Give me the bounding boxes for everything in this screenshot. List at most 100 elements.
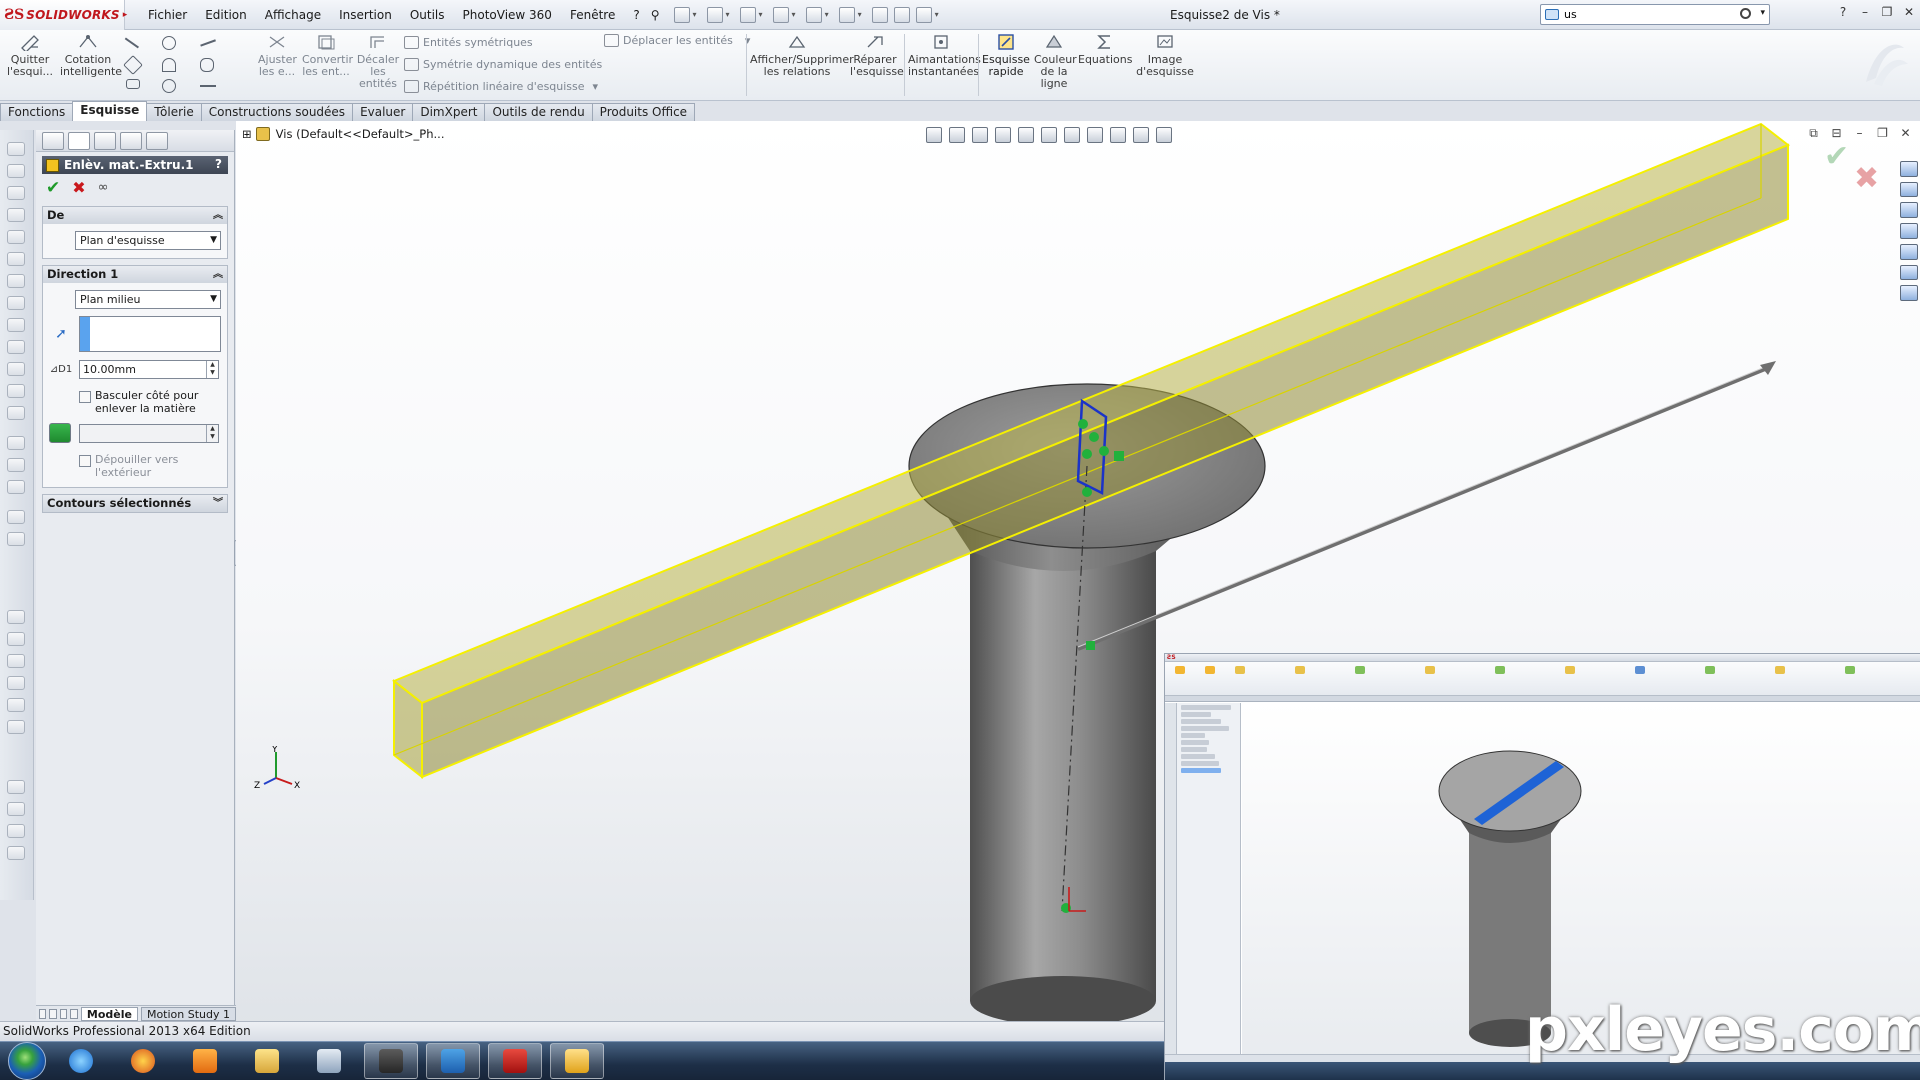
slot-icon[interactable]	[126, 79, 140, 89]
menu-affichage[interactable]: Affichage	[256, 0, 330, 30]
chamfer-icon[interactable]	[7, 340, 25, 354]
new-document-icon[interactable]	[673, 6, 690, 23]
flip-side-to-cut-row[interactable]: Basculer côté pour enlever la matière	[49, 389, 221, 415]
convert-entities-button[interactable]: Convertir les ent...	[302, 33, 353, 78]
from-condition-select[interactable]: Plan d'esquisse ▼	[75, 231, 221, 250]
circle-icon[interactable]	[162, 36, 176, 50]
wrap-icon[interactable]	[7, 480, 25, 494]
print-icon[interactable]	[772, 6, 789, 23]
flip-side-checkbox[interactable]	[79, 391, 91, 403]
line-icon[interactable]	[125, 37, 139, 48]
spin-arrows-icon[interactable]: ▲ ▼	[206, 424, 218, 442]
show-relations-button[interactable]: Afficher/Supprimer les relations	[750, 33, 854, 78]
sweep-icon[interactable]	[7, 186, 25, 200]
smart-dimension-button[interactable]: Cotation intelligente	[60, 33, 122, 78]
reference-geometry-icon[interactable]	[7, 510, 25, 524]
tab-evaluer[interactable]: Evaluer	[352, 103, 414, 121]
windows-start-icon[interactable]	[8, 1042, 46, 1080]
rebuild-icon[interactable]	[871, 6, 888, 23]
tab-fonctions[interactable]: Fonctions	[0, 103, 74, 121]
swept-cut-icon[interactable]	[7, 274, 25, 288]
sketch-dimension-icon[interactable]	[7, 802, 25, 816]
mirror-entities-button[interactable]: Entités symétriques	[404, 36, 533, 49]
select-icon[interactable]	[838, 6, 855, 23]
revolved-cut-icon[interactable]	[7, 252, 25, 266]
rib-icon[interactable]	[7, 362, 25, 376]
move-entities-button[interactable]: Déplacer les entités ▾	[604, 34, 750, 47]
loft-icon[interactable]	[7, 208, 25, 222]
end-condition-select[interactable]: Plan milieu ▼	[75, 290, 221, 309]
draft-outward-checkbox[interactable]	[79, 455, 91, 467]
surface-icon[interactable]	[7, 610, 25, 624]
collapse-chevron-icon[interactable]: ︽	[213, 266, 223, 283]
taskbar-camera[interactable]	[364, 1043, 418, 1079]
cancel-x-icon[interactable]: ✖	[72, 180, 85, 196]
taskbar-media-player[interactable]	[178, 1043, 232, 1079]
detailed-preview-icon[interactable]: ∞	[98, 180, 109, 196]
search-icon[interactable]	[1740, 8, 1751, 19]
menu-insertion[interactable]: Insertion	[330, 0, 401, 30]
draft-icon[interactable]	[7, 406, 25, 420]
property-manager-tab-icon[interactable]	[68, 132, 90, 150]
repair-sketch-button[interactable]: Réparer l'esquisse	[850, 33, 904, 78]
pattern-icon[interactable]	[7, 654, 25, 668]
menu-fenetre[interactable]: Fenêtre	[561, 0, 624, 30]
from-group-header[interactable]: De ︽	[43, 207, 227, 224]
dome-icon[interactable]	[7, 458, 25, 472]
restore-icon[interactable]: ❐	[1880, 5, 1894, 19]
draft-outward-row[interactable]: Dépouiller vers l'extérieur	[49, 453, 221, 479]
taskbar-outlook[interactable]	[550, 1043, 604, 1079]
menu-outils[interactable]: Outils	[401, 0, 454, 30]
tab-modele[interactable]: Modèle	[80, 1006, 138, 1021]
ellipse-icon[interactable]	[200, 58, 214, 72]
tab-esquisse[interactable]: Esquisse	[72, 101, 148, 121]
options-icon[interactable]	[915, 6, 932, 23]
open-icon[interactable]	[706, 6, 723, 23]
fillet-feature-icon[interactable]	[7, 318, 25, 332]
display-manager-tab-icon[interactable]	[146, 132, 168, 150]
dynamic-mirror-button[interactable]: Symétrie dynamique des entités	[404, 58, 602, 71]
menu-photoview[interactable]: PhotoView 360	[454, 0, 561, 30]
selected-contours-header[interactable]: Contours sélectionnés ︾	[43, 495, 227, 512]
screw-shaft[interactable]	[970, 551, 1156, 1026]
tab-tolerie[interactable]: Tôlerie	[146, 103, 202, 121]
taskbar-solidworks[interactable]	[488, 1043, 542, 1079]
pin-icon[interactable]: ⚲	[651, 8, 660, 22]
spline-icon[interactable]	[200, 39, 216, 47]
curves-icon[interactable]	[7, 532, 25, 546]
first-tab-icon[interactable]	[39, 1008, 47, 1019]
next-tab-icon[interactable]	[59, 1008, 68, 1019]
direction-selection-box[interactable]	[79, 316, 221, 352]
tab-produits-office[interactable]: Produits Office	[591, 103, 696, 121]
feature-manager-tab-icon[interactable]	[42, 132, 64, 150]
expand-chevron-icon[interactable]: ︾	[213, 495, 223, 512]
polygon-icon[interactable]	[162, 79, 176, 93]
search-box[interactable]: ▾	[1540, 4, 1770, 25]
draft-angle-field[interactable]: ▲ ▼	[79, 423, 219, 443]
line-color-button[interactable]: Couleur de la ligne	[1034, 33, 1077, 90]
tab-outils-de-rendu[interactable]: Outils de rendu	[484, 103, 593, 121]
close-icon[interactable]: ✕	[1902, 5, 1916, 19]
tab-dimxpert[interactable]: DimXpert	[412, 103, 486, 121]
configuration-manager-tab-icon[interactable]	[94, 132, 116, 150]
search-dropdown-icon[interactable]: ▾	[1760, 8, 1765, 18]
hole-wizard-icon[interactable]	[7, 436, 25, 450]
minimize-icon[interactable]: –	[1858, 5, 1872, 19]
taskbar-lync[interactable]	[426, 1043, 480, 1079]
save-icon[interactable]	[739, 6, 756, 23]
taskbar-firefox[interactable]	[116, 1043, 170, 1079]
sketch-picture-button[interactable]: Image d'esquisse	[1136, 33, 1194, 78]
equations-button[interactable]: Equations	[1078, 33, 1132, 66]
taskbar-ie[interactable]	[54, 1043, 108, 1079]
taskbar-explorer[interactable]	[240, 1043, 294, 1079]
ok-checkmark-icon[interactable]: ✔	[46, 180, 60, 197]
revolve-icon[interactable]	[7, 164, 25, 178]
mirror-feature-icon[interactable]	[7, 676, 25, 690]
search-input[interactable]	[1564, 8, 1744, 21]
boundary-icon[interactable]	[7, 632, 25, 646]
combine-icon[interactable]	[7, 720, 25, 734]
direction-arrow-icon[interactable]: ➚	[49, 324, 73, 344]
taskbar-calculator[interactable]	[302, 1043, 356, 1079]
sketch-relation-icon[interactable]	[7, 824, 25, 838]
draft-toggle-icon[interactable]	[49, 423, 71, 443]
